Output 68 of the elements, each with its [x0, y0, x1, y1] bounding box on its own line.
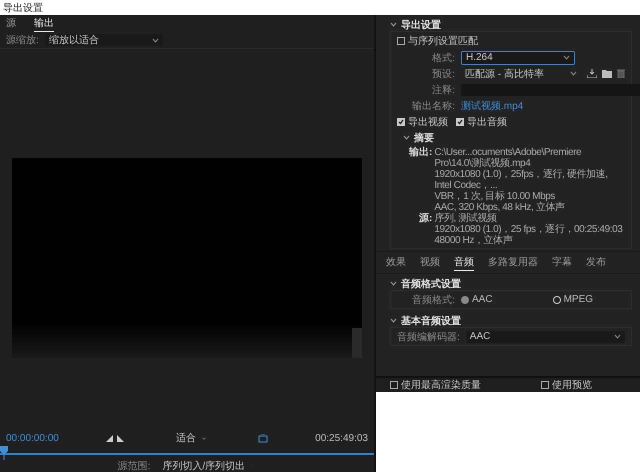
output-name-link[interactable]: 测试视频.mp4 [461, 98, 524, 112]
field-label: 源范围: [118, 460, 150, 472]
field-label: 注释: [431, 84, 455, 96]
summary-line: 48000 Hz，立体声 [434, 235, 514, 246]
caret-icon [152, 38, 159, 42]
tab[interactable]: 效果 [386, 254, 406, 270]
checkbox-box[interactable] [456, 118, 464, 126]
aspect-icon[interactable] [258, 434, 268, 442]
field-label: 源缩放: [6, 34, 39, 47]
summary-line: 1920x1080 (1.0)，25 fps，逐行，00:25:49:03 [434, 224, 622, 235]
timecode: 00:25:49:03 [315, 432, 368, 444]
chevron-icon[interactable] [403, 135, 410, 140]
tab[interactable]: 发布 [586, 254, 606, 270]
summary-line: 1920x1080 (1.0)，25fps，逐行, 硬件加速, Intel Codec，... [434, 169, 609, 191]
trash-icon[interactable] [617, 69, 625, 78]
radio-button[interactable] [461, 296, 469, 304]
summary-line: AAC, 320 Kbps, 48 kHz, 立体声 [434, 202, 566, 213]
codec-dropdown[interactable]: AAC [466, 330, 625, 342]
radio-option[interactable]: AAC [461, 294, 493, 305]
mark-out-icon[interactable] [117, 434, 124, 442]
tab[interactable]: 多路复用器 [488, 254, 538, 270]
tab[interactable]: 源 [6, 16, 16, 32]
chevron-icon[interactable] [390, 22, 397, 27]
checkbox[interactable]: 导出音频 [456, 114, 507, 128]
summary-label: 源: [419, 213, 432, 226]
checkbox[interactable]: 与序列设置匹配 [397, 34, 625, 48]
zoom-dropdown[interactable]: 适合 [172, 432, 210, 444]
radio-button[interactable] [552, 296, 561, 304]
folder-icon[interactable] [602, 69, 612, 78]
summary-label: 输出: [409, 147, 432, 160]
scaling-dropdown[interactable]: 缩放以适合 [44, 34, 163, 46]
caret-icon [202, 436, 206, 440]
preset-dropdown[interactable]: 匹配源 - 高比特率 [461, 68, 581, 80]
field-label: 输出名称: [411, 100, 455, 112]
tab[interactable]: 视频 [420, 254, 440, 270]
download-icon[interactable] [587, 69, 597, 78]
summary-line: 序列, 测试视频 [434, 213, 498, 224]
summary-line: VBR，1 次, 目标 10.00 Mbps [434, 191, 556, 202]
tab[interactable]: 字幕 [552, 254, 572, 270]
checkbox[interactable]: 导出视频 [397, 114, 448, 128]
checkbox-box[interactable] [397, 118, 405, 126]
caret-icon [570, 71, 577, 76]
section-title: 导出设置 [401, 18, 441, 32]
mark-in-icon[interactable] [106, 434, 114, 442]
timecode: 00:00:00:00 [6, 432, 59, 444]
summary-line: C:\User...ocuments\Adobe\Premiere Pro\14.0\测试视频.mp4 [434, 147, 582, 169]
field-label: 音频格式: [411, 294, 455, 306]
checkbox-box[interactable] [390, 381, 398, 389]
field-label: 格式: [431, 52, 455, 64]
checkbox[interactable]: 使用最高渲染质量 [390, 378, 481, 392]
section-title: 摘要 [414, 131, 434, 144]
tab[interactable]: 音频 [454, 254, 474, 270]
field-label: 预设: [431, 68, 455, 80]
field-label: 音频编解码器: [397, 330, 460, 344]
range-dropdown[interactable]: 序列切入/序列切出 [158, 460, 256, 472]
checkbox-box[interactable] [397, 37, 405, 45]
playhead[interactable] [0, 446, 8, 460]
section-title: 音频格式设置 [401, 277, 461, 290]
checkbox-box[interactable] [541, 381, 549, 389]
caret-icon [563, 55, 570, 60]
checkbox[interactable]: 使用预览 [541, 378, 592, 392]
chevron-icon[interactable] [390, 318, 397, 323]
tab[interactable]: 输出 [34, 16, 54, 32]
caret-icon [614, 334, 621, 339]
format-dropdown[interactable]: H.264 [461, 50, 575, 64]
chevron-icon[interactable] [390, 281, 397, 286]
radio-option[interactable]: MPEG [552, 294, 594, 305]
section-title: 基本音频设置 [401, 314, 461, 328]
